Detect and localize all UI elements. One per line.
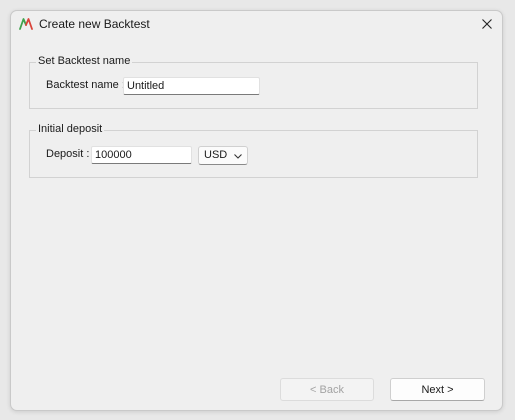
window-title: Create new Backtest xyxy=(39,17,150,31)
deposit-input[interactable] xyxy=(91,146,192,164)
next-button[interactable]: Next > xyxy=(390,378,485,401)
backtest-name-label: Backtest name : xyxy=(46,79,125,91)
create-backtest-dialog: Create new Backtest Set Backtest name Ba… xyxy=(10,10,503,411)
backtest-name-group-title: Set Backtest name xyxy=(36,55,133,67)
title-bar: Create new Backtest xyxy=(11,11,502,37)
app-logo-icon xyxy=(19,18,33,30)
backtest-name-group: Set Backtest name Backtest name : xyxy=(29,55,478,109)
close-icon xyxy=(482,19,492,29)
backtest-name-input[interactable] xyxy=(123,77,260,95)
close-button[interactable] xyxy=(472,11,502,37)
currency-select-value: USD xyxy=(204,149,228,161)
deposit-label: Deposit : xyxy=(46,148,90,160)
chevron-down-icon xyxy=(234,154,242,159)
initial-deposit-group-title: Initial deposit xyxy=(36,123,105,135)
initial-deposit-group: Initial deposit Deposit : USD xyxy=(29,123,478,178)
currency-select[interactable]: USD xyxy=(198,146,248,165)
back-button[interactable]: < Back xyxy=(280,378,374,401)
